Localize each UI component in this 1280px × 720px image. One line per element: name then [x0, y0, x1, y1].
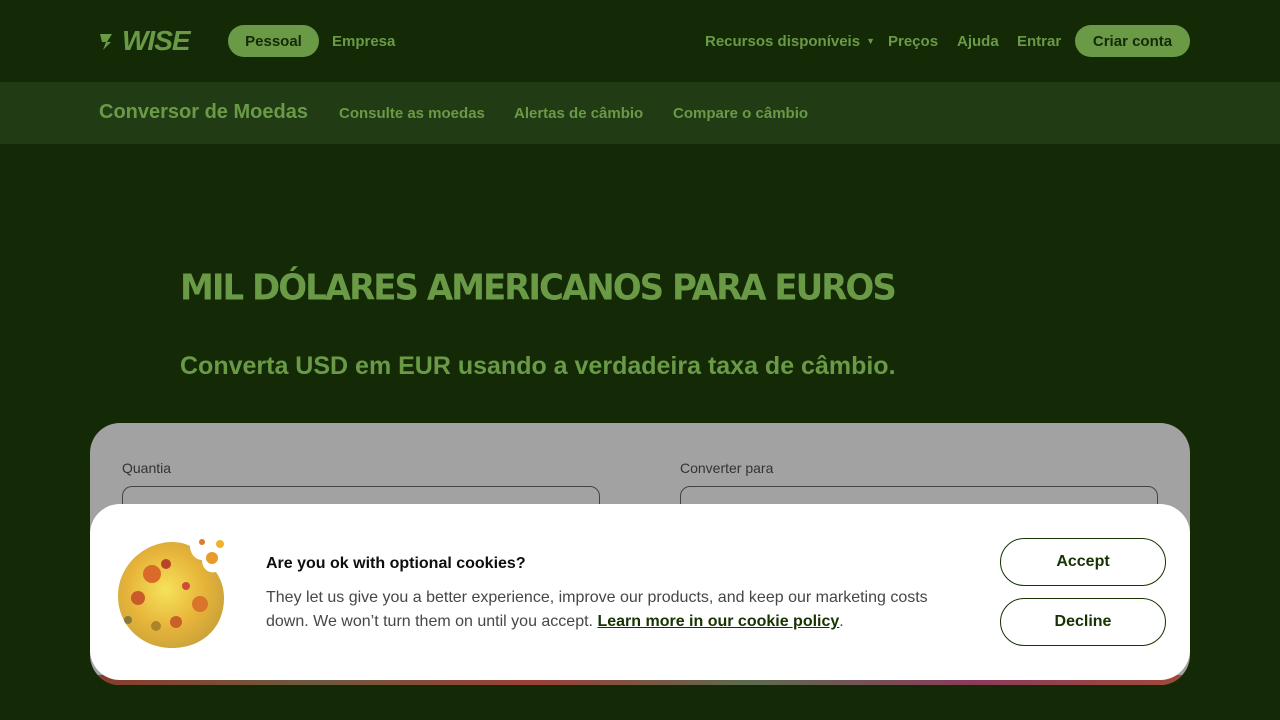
- amount-label: Quantia: [122, 460, 172, 476]
- logo-text: WISE: [122, 25, 191, 56]
- page-title: MIL DÓLARES AMERICANOS PARA EUROS: [180, 267, 897, 309]
- wise-logo[interactable]: WISE: [98, 25, 191, 56]
- cookie-illustration-icon: [118, 539, 224, 648]
- cookie-banner: Are you ok with optional cookies? They l…: [90, 504, 1190, 680]
- tab-pessoal[interactable]: Pessoal: [228, 25, 319, 57]
- chevron-down-icon: ▼: [866, 36, 875, 46]
- resources-menu[interactable]: Recursos disponíveis ▼: [705, 25, 875, 57]
- page-subtitle: Converta USD em EUR usando a verdadeira …: [180, 352, 896, 380]
- tab-empresa[interactable]: Empresa: [332, 25, 395, 57]
- convert-to-label: Converter para: [680, 460, 774, 476]
- subnav-link-currencies[interactable]: Consulte as moedas: [339, 105, 485, 122]
- top-navigation: WISE Pessoal Empresa Recursos disponívei…: [0, 0, 1280, 82]
- help-link[interactable]: Ajuda: [957, 25, 999, 57]
- decline-cookies-button[interactable]: Decline: [1000, 598, 1166, 646]
- cookie-policy-link[interactable]: Learn more in our cookie policy: [597, 613, 839, 630]
- accept-cookies-button[interactable]: Accept: [1000, 538, 1166, 586]
- sub-navigation: Conversor de Moedas Consulte as moedas A…: [0, 82, 1280, 144]
- wise-flag-icon: [100, 34, 112, 50]
- signup-button[interactable]: Criar conta: [1075, 25, 1190, 57]
- subnav-link-compare[interactable]: Compare o câmbio: [673, 105, 808, 122]
- login-link[interactable]: Entrar: [1017, 25, 1061, 57]
- cookie-title: Are you ok with optional cookies?: [266, 555, 526, 572]
- resources-label: Recursos disponíveis: [705, 32, 861, 50]
- subnav-link-alerts[interactable]: Alertas de câmbio: [514, 105, 643, 122]
- prices-link[interactable]: Preços: [888, 25, 938, 57]
- cookie-description: They let us give you a better experience…: [266, 586, 966, 634]
- cookie-text-period: .: [839, 613, 844, 630]
- subnav-title[interactable]: Conversor de Moedas: [99, 101, 308, 124]
